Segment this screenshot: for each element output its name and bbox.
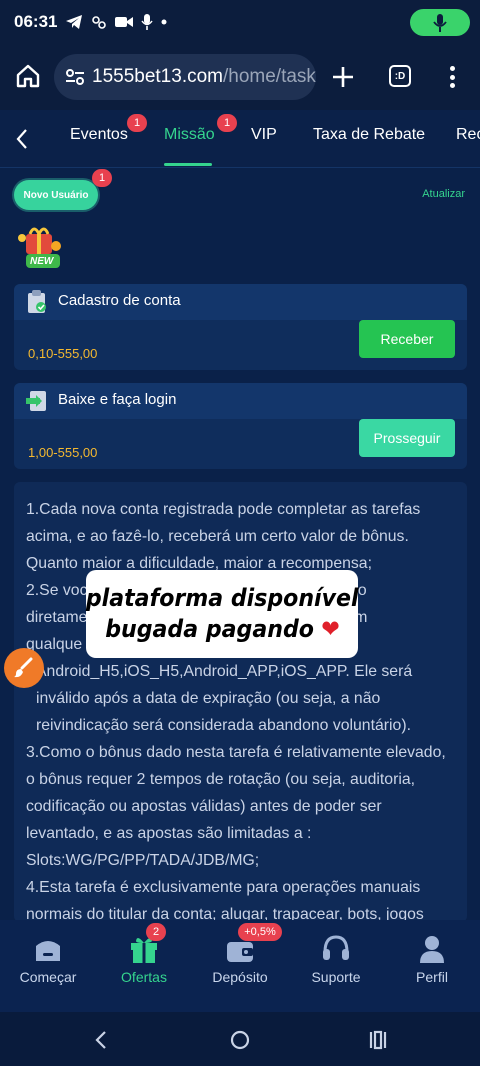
novo-usuario-badge: 1 bbox=[92, 169, 112, 187]
home-icon bbox=[36, 941, 60, 961]
tab-eventos[interactable]: Eventos bbox=[70, 126, 128, 144]
mic-status-icon bbox=[141, 14, 154, 30]
active-tab-indicator bbox=[164, 163, 212, 166]
browser-menu-button[interactable] bbox=[444, 63, 460, 91]
tabs-back-button[interactable] bbox=[12, 126, 32, 152]
task-amount: 0,10-555,00 bbox=[28, 346, 98, 361]
deposito-badge: +0,5% bbox=[238, 923, 282, 941]
nav-perfil[interactable]: Perfil bbox=[384, 920, 480, 1012]
task-title: Baixe e faça login bbox=[58, 391, 177, 408]
user-icon bbox=[420, 936, 444, 963]
nav-ofertas[interactable]: Ofertas bbox=[96, 920, 192, 1012]
headset-icon bbox=[323, 935, 349, 960]
video-camera-icon bbox=[115, 15, 134, 29]
nav-comecar[interactable]: Começar bbox=[0, 920, 96, 1012]
heart-icon: ❤ bbox=[320, 615, 340, 643]
paint-brush-icon bbox=[14, 657, 33, 678]
sticker-line-1: plataforma disponível bbox=[85, 584, 359, 612]
rule-1: 1.Cada nova conta registrada pode comple… bbox=[26, 501, 421, 572]
clipboard-icon bbox=[28, 290, 46, 313]
site-settings-icon[interactable] bbox=[64, 66, 86, 88]
android-recents-button[interactable] bbox=[366, 1028, 390, 1052]
task-title: Cadastro de conta bbox=[58, 292, 181, 309]
dot-icon bbox=[161, 19, 167, 25]
url-path: /home/task? bbox=[223, 66, 316, 87]
url-domain: 1555bet13.com bbox=[92, 66, 223, 87]
mic-active-pill[interactable] bbox=[410, 9, 470, 36]
new-label: NEW bbox=[30, 256, 54, 267]
tab-rec[interactable]: Rec bbox=[456, 126, 480, 144]
rule-4: 4.Esta tarefa é exclusivamente para oper… bbox=[26, 879, 424, 922]
new-gift-icon[interactable]: NEW bbox=[16, 224, 68, 270]
tab-vip[interactable]: VIP bbox=[251, 126, 277, 144]
tab-eventos-badge: 1 bbox=[127, 114, 147, 132]
rule-2-platforms: Android_H5,iOS_H5,Android_APP,iOS_APP. E… bbox=[36, 663, 413, 734]
status-bar: 06:31 bbox=[0, 0, 480, 44]
task-card-cadastro: Cadastro de conta 0,10-555,00 Receber bbox=[14, 284, 467, 370]
plus-icon bbox=[333, 67, 353, 87]
caption-sticker: plataforma disponível bugada pagando ❤ bbox=[86, 570, 358, 658]
ofertas-badge: 2 bbox=[146, 923, 166, 941]
rule-3: 3.Como o bônus dado nesta tarefa é relat… bbox=[26, 744, 446, 869]
tab-missao[interactable]: Missão bbox=[164, 126, 215, 144]
paint-brush-button[interactable] bbox=[4, 648, 44, 688]
prosseguir-button[interactable]: Prosseguir bbox=[359, 419, 455, 457]
browser-toolbar: 1555bet13.com/home/task? :D bbox=[0, 44, 480, 110]
tab-missao-badge: 1 bbox=[217, 114, 237, 132]
tab-switcher-button[interactable]: :D bbox=[389, 65, 411, 87]
chevron-left-icon bbox=[16, 129, 27, 149]
tabs-nav: Eventos 1 Missão 1 VIP Taxa de Rebate Re… bbox=[0, 110, 480, 168]
receber-button[interactable]: Receber bbox=[359, 320, 455, 358]
telegram-icon bbox=[65, 14, 83, 30]
microphone-icon bbox=[433, 13, 447, 32]
rules-text-panel: 1.Cada nova conta registrada pode comple… bbox=[14, 482, 467, 922]
novo-usuario-chip[interactable]: Novo Usuário bbox=[14, 180, 98, 210]
recents-icon bbox=[369, 1030, 387, 1050]
home-outline-icon bbox=[16, 64, 40, 88]
nav-suporte[interactable]: Suporte bbox=[288, 920, 384, 1012]
task-card-baixe: Baixe e faça login 1,00-555,00 Prossegui… bbox=[14, 383, 467, 469]
android-navigation-bar bbox=[0, 1012, 480, 1066]
sticker-line-2: bugada pagando ❤ bbox=[104, 615, 340, 643]
task-amount: 1,00-555,00 bbox=[28, 445, 98, 460]
android-back-button[interactable] bbox=[90, 1028, 114, 1052]
browser-home-button[interactable] bbox=[14, 62, 42, 90]
download-icon bbox=[26, 391, 46, 411]
tab-taxa-de-rebate[interactable]: Taxa de Rebate bbox=[313, 126, 425, 144]
cast-icon bbox=[91, 14, 107, 30]
new-tab-button[interactable] bbox=[330, 64, 356, 90]
android-home-button[interactable] bbox=[228, 1028, 252, 1052]
task-card-header: Baixe e faça login bbox=[14, 383, 467, 419]
back-icon bbox=[95, 1031, 106, 1049]
home-circle-icon bbox=[230, 1030, 250, 1050]
task-card-header: Cadastro de conta bbox=[14, 284, 467, 320]
status-time: 06:31 bbox=[14, 12, 58, 31]
address-bar[interactable]: 1555bet13.com/home/task? bbox=[54, 54, 316, 100]
more-vert-icon bbox=[449, 66, 455, 71]
atualizar-link[interactable]: Atualizar bbox=[422, 188, 465, 200]
